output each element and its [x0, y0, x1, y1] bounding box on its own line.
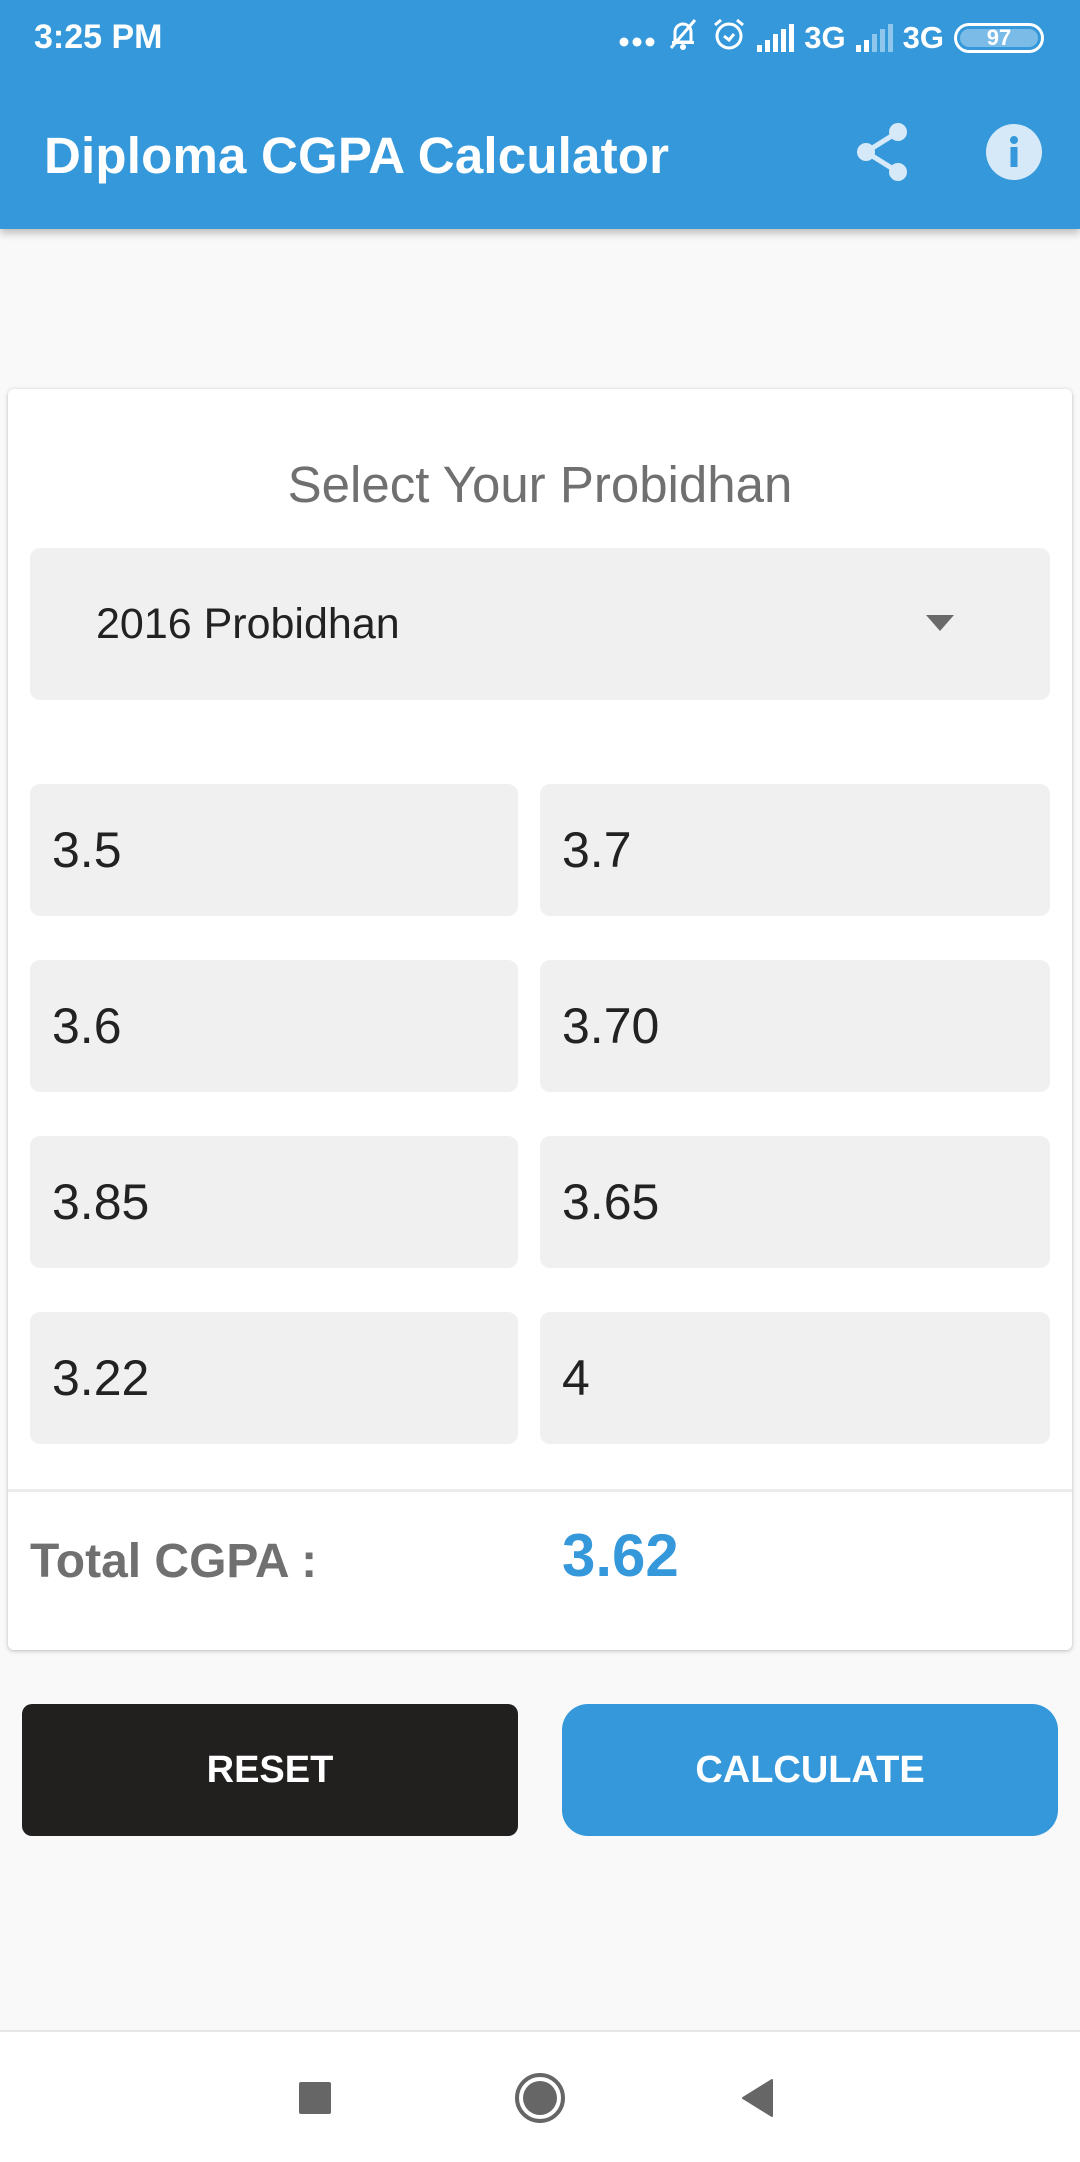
status-time: 3:25 PM [34, 18, 163, 56]
divider [8, 1489, 1072, 1492]
muted-bell-icon [665, 16, 701, 60]
alarm-icon [711, 16, 747, 60]
semester-4-gpa-input[interactable] [540, 960, 1050, 1092]
semester-3-gpa-input[interactable] [30, 960, 518, 1092]
signal-icon [855, 24, 893, 52]
back-icon [742, 2079, 773, 2117]
calculator-card: Select Your Probidhan 2016 Probidhan Tot… [8, 389, 1072, 1650]
info-icon [986, 124, 1042, 180]
semester-6-gpa-input[interactable] [540, 1136, 1050, 1268]
home-icon [515, 2073, 565, 2123]
semester-7-gpa-input[interactable] [30, 1312, 518, 1444]
app-bar: 3:25 PM 3G 3G 97 Diploma CGPA Calculator [0, 0, 1080, 229]
semester-2-gpa-input[interactable] [540, 784, 1050, 916]
semester-5-gpa-input[interactable] [30, 1136, 518, 1268]
dropdown-arrow-icon [926, 615, 954, 631]
battery-level: 97 [986, 25, 1012, 50]
recents-icon [299, 2082, 331, 2114]
probidhan-heading: Select Your Probidhan [287, 456, 793, 513]
semester-1-gpa-input[interactable] [30, 784, 518, 916]
status-icons: 3G 3G 97 [619, 16, 1044, 60]
probidhan-dropdown[interactable]: 2016 Probidhan [30, 548, 1050, 700]
total-cgpa-label: Total CGPA : [30, 1535, 318, 1588]
share-icon [857, 123, 907, 181]
reset-button[interactable]: RESET [22, 1704, 518, 1836]
system-nav-bar [0, 2030, 1080, 2162]
info-button[interactable] [978, 116, 1050, 188]
battery-icon: 97 [954, 23, 1044, 53]
network-type-1: 3G [804, 20, 846, 55]
total-cgpa-value: 3.62 [562, 1522, 679, 1589]
share-button[interactable] [846, 116, 918, 188]
semester-8-gpa-input[interactable] [540, 1312, 1050, 1444]
probidhan-selected-value: 2016 Probidhan [96, 600, 400, 648]
recents-button[interactable] [280, 2066, 350, 2130]
more-dots-icon [619, 20, 655, 56]
signal-icon [757, 24, 795, 52]
app-title: Diploma CGPA Calculator [44, 127, 670, 184]
back-button[interactable] [723, 2066, 793, 2130]
home-button[interactable] [505, 2066, 575, 2130]
network-type-2: 3G [902, 20, 944, 55]
calculate-button[interactable]: CALCULATE [562, 1704, 1058, 1836]
